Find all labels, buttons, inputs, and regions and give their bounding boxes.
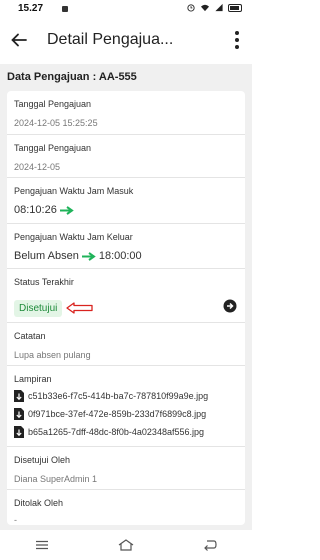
field-value: 2024-12-05 15:25:25 bbox=[14, 118, 98, 128]
field-label: Catatan bbox=[14, 331, 46, 341]
field-lampiran: Lampiran c51b33e6-f7c5-414b-ba7c-787810f… bbox=[7, 366, 245, 447]
field-value: - bbox=[14, 515, 17, 525]
more-vert-icon bbox=[235, 31, 239, 35]
section-title: Data Pengajuan : AA-555 bbox=[7, 71, 137, 83]
field-label: Disetujui Oleh bbox=[14, 455, 71, 465]
field-tanggal-pengajuan: Tanggal Pengajuan 2024-12-05 15:25:25 bbox=[7, 91, 245, 135]
attachment-link[interactable]: 0f971bce-37ef-472e-859b-233d7f6899c8.jpg bbox=[14, 408, 206, 420]
status-icons bbox=[186, 3, 242, 12]
arrow-right-icon bbox=[81, 251, 96, 261]
back-arrow-icon bbox=[11, 33, 27, 47]
home-icon bbox=[118, 539, 134, 551]
field-label: Lampiran bbox=[14, 374, 52, 384]
menu-icon bbox=[36, 540, 48, 550]
field-label: Ditolak Oleh bbox=[14, 498, 64, 508]
download-file-icon bbox=[14, 390, 24, 402]
app-bar: Detail Pengajua... bbox=[0, 18, 252, 64]
jam-masuk-from: 08:10:26 bbox=[14, 204, 57, 216]
download-file-icon bbox=[14, 408, 24, 420]
field-disetujui-oleh: Disetujui Oleh Diana SuperAdmin 1 bbox=[7, 447, 245, 490]
content-area: Data Pengajuan : AA-555 Tanggal Pengajua… bbox=[0, 64, 252, 530]
field-value: 2024-12-05 bbox=[14, 162, 61, 172]
field-jam-keluar: Pengajuan Waktu Jam Keluar Belum Absen 1… bbox=[7, 224, 245, 269]
field-value: Lupa absen pulang bbox=[14, 350, 91, 360]
home-button[interactable] bbox=[114, 535, 138, 555]
jam-keluar-to: 18:00:00 bbox=[98, 250, 142, 262]
field-tanggal-pengajuan-date: Tanggal Pengajuan 2024-12-05 bbox=[7, 135, 245, 178]
attachment-filename: c51b33e6-f7c5-414b-ba7c-787810f99a9e.jpg bbox=[28, 391, 209, 401]
status-badge: Disetujui bbox=[14, 300, 63, 317]
field-jam-masuk: Pengajuan Waktu Jam Masuk 08:10:26 bbox=[7, 178, 245, 224]
chevron-circle-right-icon[interactable] bbox=[223, 299, 237, 313]
download-file-icon bbox=[14, 426, 24, 438]
recent-apps-button[interactable] bbox=[30, 535, 54, 555]
status-bar: 15.27 bbox=[0, 0, 252, 18]
status-time: 15.27 bbox=[18, 3, 44, 14]
field-status: Status Terakhir Disetujui bbox=[7, 269, 245, 323]
wifi-icon bbox=[200, 4, 210, 12]
page-title: Detail Pengajua... bbox=[47, 31, 174, 48]
notification-icon bbox=[62, 6, 68, 12]
system-nav-bar bbox=[0, 530, 252, 560]
jam-keluar-from: Belum Absen bbox=[14, 250, 79, 262]
field-value: Diana SuperAdmin 1 bbox=[14, 474, 98, 484]
field-catatan: Catatan Lupa absen pulang bbox=[7, 323, 245, 366]
alarm-icon bbox=[187, 4, 195, 12]
signal-icon bbox=[215, 3, 223, 12]
back-icon bbox=[204, 540, 217, 551]
attachment-filename: b65a1265-7dff-48dc-8f0b-4a02348af556.jpg bbox=[28, 427, 204, 437]
jam-masuk-value: 08:10:26 bbox=[14, 204, 77, 216]
annotation-arrow-icon bbox=[66, 302, 93, 314]
field-label: Status Terakhir bbox=[14, 277, 74, 287]
attachment-link[interactable]: b65a1265-7dff-48dc-8f0b-4a02348af556.jpg bbox=[14, 426, 204, 438]
back-button[interactable] bbox=[8, 29, 30, 51]
jam-keluar-value: Belum Absen 18:00:00 bbox=[14, 250, 142, 262]
field-label: Tanggal Pengajuan bbox=[14, 143, 92, 153]
system-back-button[interactable] bbox=[198, 535, 222, 555]
field-label: Pengajuan Waktu Jam Keluar bbox=[14, 232, 133, 242]
attachment-filename: 0f971bce-37ef-472e-859b-233d7f6899c8.jpg bbox=[28, 409, 207, 419]
attachment-link[interactable]: c51b33e6-f7c5-414b-ba7c-787810f99a9e.jpg bbox=[14, 390, 208, 402]
battery-icon bbox=[228, 3, 242, 12]
field-ditolak-oleh: Ditolak Oleh - bbox=[7, 490, 245, 525]
field-label: Pengajuan Waktu Jam Masuk bbox=[14, 186, 134, 196]
detail-card: Tanggal Pengajuan 2024-12-05 15:25:25 Ta… bbox=[7, 91, 245, 525]
arrow-right-icon bbox=[59, 205, 74, 215]
more-options-button[interactable] bbox=[230, 29, 244, 51]
field-label: Tanggal Pengajuan bbox=[14, 99, 92, 109]
